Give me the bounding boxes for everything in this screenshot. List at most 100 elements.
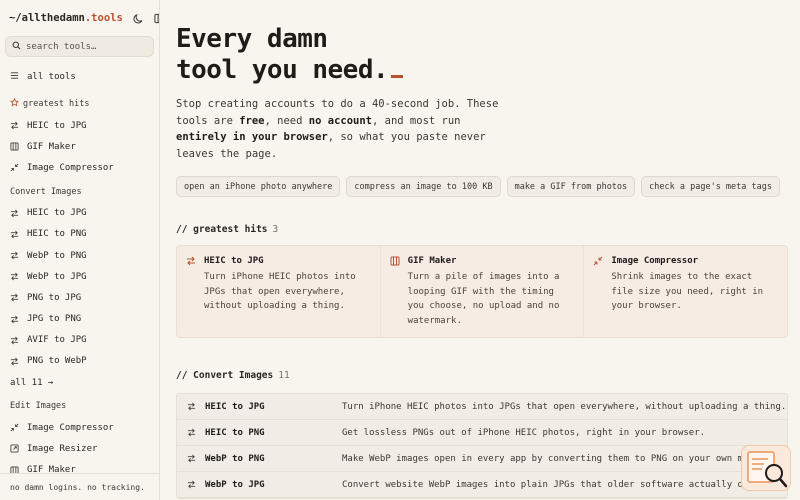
title-line-2: tool you need. xyxy=(176,55,389,85)
sidebar-item-image-resizer[interactable]: Image Resizer xyxy=(0,438,159,459)
arrows-swap-icon xyxy=(177,402,205,411)
film-icon xyxy=(10,142,19,151)
sidebar-item-all-tools[interactable]: all tools xyxy=(0,67,159,87)
moon-icon[interactable] xyxy=(133,12,144,24)
sidebar-toggle-icon[interactable] xyxy=(154,12,159,24)
chip-check-meta-tags[interactable]: check a page's meta tags xyxy=(641,176,780,197)
star-icon xyxy=(9,97,20,110)
greatest-hits-cards: HEIC to JPG Turn iPhone HEIC photos into… xyxy=(176,245,788,338)
intro-part: , and most run xyxy=(372,114,461,127)
hit-card-desc: Shrink images to the exact file size you… xyxy=(611,272,764,311)
sidebar-item-label: HEIC to JPG xyxy=(27,120,87,131)
section-title: Convert Images xyxy=(10,186,82,197)
search-document-icon xyxy=(742,451,792,495)
chip-compress-image[interactable]: compress an image to 100 KB xyxy=(346,176,501,197)
compress-icon xyxy=(10,163,19,172)
chip-open-iphone-photo[interactable]: open an iPhone photo anywhere xyxy=(176,176,341,197)
hit-card-title: Image Compressor xyxy=(611,256,699,266)
hit-card-desc: Turn a pile of images into a looping GIF… xyxy=(407,272,560,326)
table-row[interactable]: HEIC to PNG Get lossless PNGs out of iPh… xyxy=(177,420,787,446)
arrows-swap-icon xyxy=(177,428,205,437)
arrows-swap-icon xyxy=(177,480,205,489)
row-desc: Turn iPhone HEIC photos into JPGs that o… xyxy=(342,401,787,412)
intro-emphasis: no account xyxy=(308,114,372,127)
sidebar-item-jpg-to-png[interactable]: JPG to PNG xyxy=(0,309,159,330)
intro-text: Stop creating accounts to do a 40-second… xyxy=(176,96,516,162)
sidebar-item-label: AVIF to JPG xyxy=(27,335,87,346)
logo-prefix: ~/allthedamn xyxy=(9,12,85,24)
row-name: HEIC to PNG xyxy=(205,427,265,438)
search-input[interactable] xyxy=(26,41,146,52)
main-content: Every damn tool you need. Stop creating … xyxy=(176,0,788,500)
arrows-swap-icon xyxy=(10,209,19,218)
section-count: 11 xyxy=(278,370,290,381)
sidebar-item-gif-maker[interactable]: GIF Maker xyxy=(0,136,159,157)
film-icon xyxy=(390,256,400,266)
search-box[interactable] xyxy=(5,36,154,57)
hit-card-image-compressor[interactable]: Image Compressor Shrink images to the ex… xyxy=(584,246,787,337)
sidebar-item-heic-to-png[interactable]: HEIC to PNG xyxy=(0,224,159,245)
sidebar-header: ~/allthedamn.tools xyxy=(0,0,159,36)
sidebar-item-label: Image Compressor xyxy=(27,422,114,433)
compress-icon xyxy=(10,423,19,432)
intro-emphasis: entirely in your browser xyxy=(176,131,328,143)
list-icon xyxy=(10,71,19,83)
compress-icon xyxy=(593,256,603,266)
sidebar-item-heic-to-jpg[interactable]: HEIC to JPG xyxy=(0,203,159,224)
sidebar-item-webp-to-jpg[interactable]: WebP to JPG xyxy=(0,266,159,287)
sidebar-item-avif-to-jpg[interactable]: AVIF to JPG xyxy=(0,330,159,351)
sidebar-item-label: HEIC to JPG xyxy=(27,208,87,219)
floating-search-button[interactable] xyxy=(741,445,791,491)
sidebar-item-label: JPG to PNG xyxy=(27,314,82,325)
hit-card-header: Image Compressor xyxy=(593,256,778,266)
hit-card-desc: Turn iPhone HEIC photos into JPGs that o… xyxy=(204,272,356,311)
arrows-swap-icon xyxy=(10,230,19,239)
logo-suffix: .tools xyxy=(84,12,123,24)
sidebar-footer: no damn logins. no tracking. xyxy=(0,473,159,500)
sidebar-item-label: all tools xyxy=(27,72,76,82)
sidebar-section-convert-images: Convert Images xyxy=(0,185,159,199)
section-title: greatest hits xyxy=(23,99,90,109)
chip-make-gif[interactable]: make a GIF from photos xyxy=(506,176,636,197)
row-desc: Convert website WebP images into plain J… xyxy=(342,479,771,490)
section-title: Edit Images xyxy=(10,401,67,412)
sidebar-item-label: HEIC to PNG xyxy=(27,229,87,240)
sidebar-item-png-to-webp[interactable]: PNG to WebP xyxy=(0,351,159,372)
sidebar-item-label: Image Compressor xyxy=(27,162,114,173)
section-count: 3 xyxy=(272,224,279,235)
arrows-swap-icon xyxy=(10,121,19,130)
intro-emphasis: free xyxy=(239,114,265,127)
table-row[interactable]: WebP to PNG Make WebP images open in eve… xyxy=(177,446,787,472)
table-row[interactable]: WebP to JPG Convert website WebP images … xyxy=(177,472,787,498)
sidebar-item-png-to-jpg[interactable]: PNG to JPG xyxy=(0,287,159,308)
page-title: Every damn tool you need. xyxy=(176,24,788,86)
sidebar-item-image-compressor[interactable]: Image Compressor xyxy=(0,417,159,438)
sidebar-item-label: PNG to WebP xyxy=(27,356,87,367)
suggestion-chips: open an iPhone photo anywhere compress a… xyxy=(176,176,788,197)
row-desc: Make WebP images open in every app by co… xyxy=(342,453,781,464)
sidebar-item-webp-to-png[interactable]: WebP to PNG xyxy=(0,245,159,266)
arrows-swap-icon xyxy=(10,293,19,302)
arrows-swap-icon xyxy=(10,357,19,366)
convert-images-all-link[interactable]: all 11 → xyxy=(0,372,159,393)
row-name: WebP to JPG xyxy=(205,479,265,490)
section-title: // Convert Images xyxy=(176,370,274,381)
title-line-1: Every damn xyxy=(176,24,328,54)
sidebar-item-label: WebP to PNG xyxy=(27,250,87,261)
sidebar-section-edit-images: Edit Images xyxy=(0,399,159,413)
table-row[interactable]: HEIC to JPG Turn iPhone HEIC photos into… xyxy=(177,394,787,420)
sidebar-item-label: PNG to JPG xyxy=(27,292,82,303)
arrows-swap-icon xyxy=(10,336,19,345)
hit-card-gif-maker[interactable]: GIF Maker Turn a pile of images into a l… xyxy=(381,246,585,337)
section-title: // greatest hits xyxy=(176,224,268,235)
sidebar-item-image-compressor[interactable]: Image Compressor xyxy=(0,157,159,178)
site-logo[interactable]: ~/allthedamn.tools xyxy=(9,12,123,24)
cursor-mark xyxy=(391,75,404,78)
arrows-swap-icon xyxy=(10,272,19,281)
hit-card-heic-to-jpg[interactable]: HEIC to JPG Turn iPhone HEIC photos into… xyxy=(177,246,381,337)
sidebar-item-label: GIF Maker xyxy=(27,141,76,152)
row-name: HEIC to JPG xyxy=(205,401,265,412)
hit-card-title: GIF Maker xyxy=(407,256,457,266)
sidebar-item-heic-to-jpg[interactable]: HEIC to JPG xyxy=(0,115,159,136)
hit-card-header: GIF Maker xyxy=(390,256,575,266)
